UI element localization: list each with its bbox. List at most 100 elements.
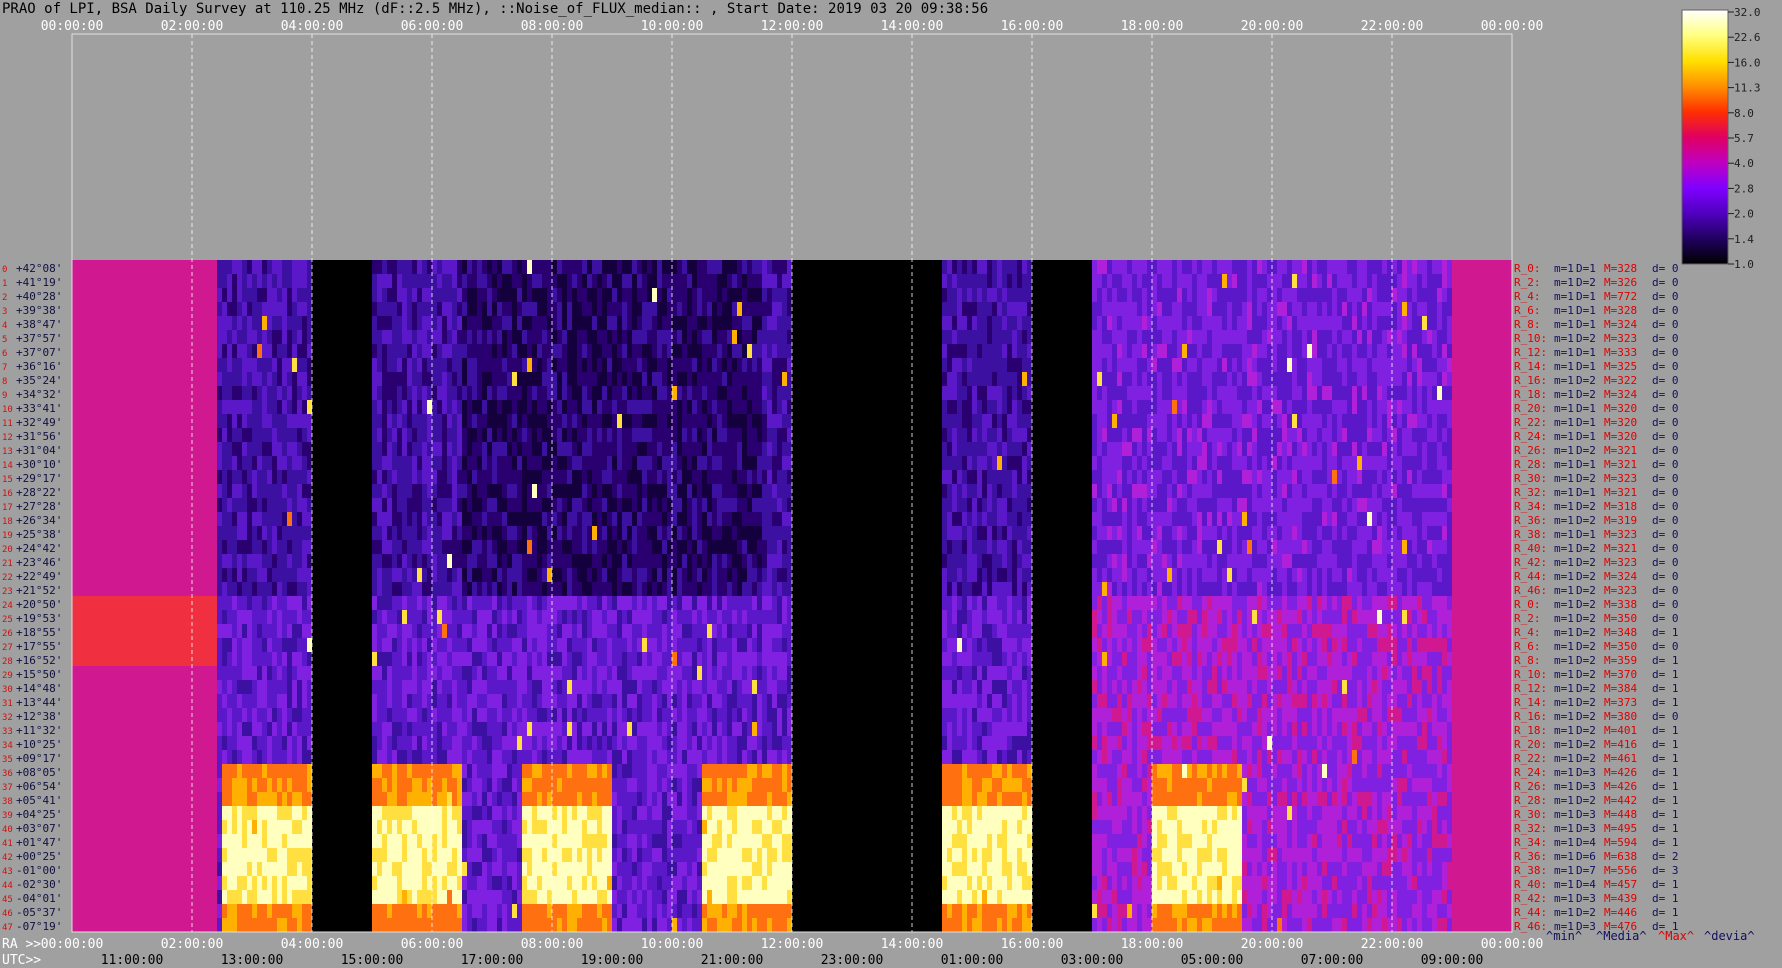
heatmap-cell [1412, 680, 1422, 695]
heatmap-cell [1252, 764, 1257, 779]
heatmap-cell [387, 694, 392, 709]
heatmap-cell [1282, 274, 1292, 289]
heatmap-cell [1262, 260, 1267, 275]
heatmap-cell [1237, 708, 1242, 723]
heatmap-cell [457, 414, 462, 429]
heatmap-cell [447, 750, 462, 765]
heatmap-cell [262, 554, 272, 569]
heatmap-cell [1172, 330, 1177, 345]
heatmap-cell [287, 344, 292, 359]
heatmap-cell [592, 792, 597, 807]
heatmap-cell [452, 792, 457, 807]
heatmap-cell [662, 610, 667, 625]
heatmap-cell [1247, 498, 1252, 513]
heatmap-cell [1322, 694, 1327, 709]
heatmap-cell [577, 568, 587, 583]
heatmap-cell [1132, 260, 1147, 275]
heatmap-cell [762, 582, 772, 597]
heatmap-cell [587, 498, 592, 513]
heatmap-cell [292, 498, 297, 513]
heatmap-cell [227, 568, 232, 583]
heatmap-cell [982, 680, 992, 695]
heatmap-cell [1122, 652, 1127, 667]
heatmap-cell [1117, 498, 1122, 513]
heatmap-cell [767, 316, 777, 331]
heatmap-cell [1177, 260, 1182, 275]
heatmap-cell [957, 610, 967, 625]
heatmap-cell [307, 358, 312, 373]
heatmap-cell [292, 694, 297, 709]
heatmap-cell [622, 498, 632, 513]
heatmap-cell [1027, 372, 1032, 387]
heatmap-cell [1177, 596, 1182, 611]
heatmap-cell [962, 582, 972, 597]
heatmap-cell [577, 694, 582, 709]
heatmap-cell [1247, 358, 1252, 373]
heatmap-cell [1312, 722, 1317, 737]
heatmap-cell [1022, 386, 1027, 401]
heatmap-cell [602, 414, 612, 429]
heatmap-cell [942, 400, 947, 415]
heatmap-cell [687, 498, 692, 513]
heatmap-cell [987, 540, 992, 555]
heatmap-cell [1242, 344, 1252, 359]
heatmap-cell [292, 288, 297, 303]
heatmap-cell [1372, 330, 1382, 345]
heatmap-cell [792, 540, 942, 555]
heatmap-cell [1112, 358, 1117, 373]
heatmap-cell [242, 414, 247, 429]
heatmap-cell [467, 358, 477, 373]
heatmap-cell [1392, 484, 1397, 499]
heatmap-cell [372, 274, 377, 289]
heatmap-cell [792, 428, 942, 443]
heatmap-cell [547, 414, 562, 429]
heatmap-cell [562, 498, 567, 513]
heatmap-cell [562, 722, 567, 737]
heatmap-cell [1412, 582, 1417, 597]
heatmap-cell [1167, 498, 1172, 513]
heatmap-cell [612, 554, 622, 569]
heatmap-cell [997, 456, 1002, 471]
heatmap-cell [1152, 428, 1157, 443]
heatmap-cell [1137, 666, 1142, 681]
heatmap-cell [662, 470, 667, 485]
heatmap-cell [417, 638, 422, 653]
heatmap-cell [1252, 484, 1257, 499]
heatmap-cell [607, 680, 622, 695]
heatmap-cell [1337, 778, 1342, 793]
heatmap-cell [397, 302, 402, 317]
heatmap-cell [437, 512, 442, 527]
heatmap-cell [1102, 442, 1107, 457]
heatmap-cell [1032, 582, 1092, 597]
heatmap-cell [992, 778, 1002, 793]
heatmap-cell [587, 596, 597, 611]
heatmap-cell [602, 470, 612, 485]
heatmap-cell [722, 610, 732, 625]
heatmap-cell [642, 708, 652, 723]
heatmap-cell [1092, 554, 1107, 569]
heatmap-cell [402, 442, 407, 457]
heatmap-cell [507, 442, 512, 457]
heatmap-cell [1117, 582, 1122, 597]
heatmap-cell [1222, 358, 1227, 373]
heatmap-cell [657, 386, 667, 401]
heatmap-cell [377, 638, 382, 653]
heatmap-cell [1327, 512, 1332, 527]
heatmap-cell [582, 358, 587, 373]
heatmap-cell [707, 260, 722, 275]
heatmap-cell [962, 414, 972, 429]
heatmap-cell [1237, 428, 1242, 443]
heatmap-cell [777, 386, 792, 401]
heatmap-cell [1002, 708, 1007, 723]
heatmap-cell [1312, 596, 1317, 611]
heatmap-cell [1127, 512, 1132, 527]
heatmap-cell [312, 344, 372, 359]
heatmap-cell [1252, 344, 1257, 359]
heatmap-cell [1332, 386, 1352, 401]
heatmap-cell [672, 498, 682, 513]
heatmap-cell [707, 400, 712, 415]
heatmap-cell [782, 722, 787, 737]
heatmap-cell [952, 260, 957, 275]
heatmap-cell [247, 554, 262, 569]
heatmap-cell [302, 750, 312, 765]
